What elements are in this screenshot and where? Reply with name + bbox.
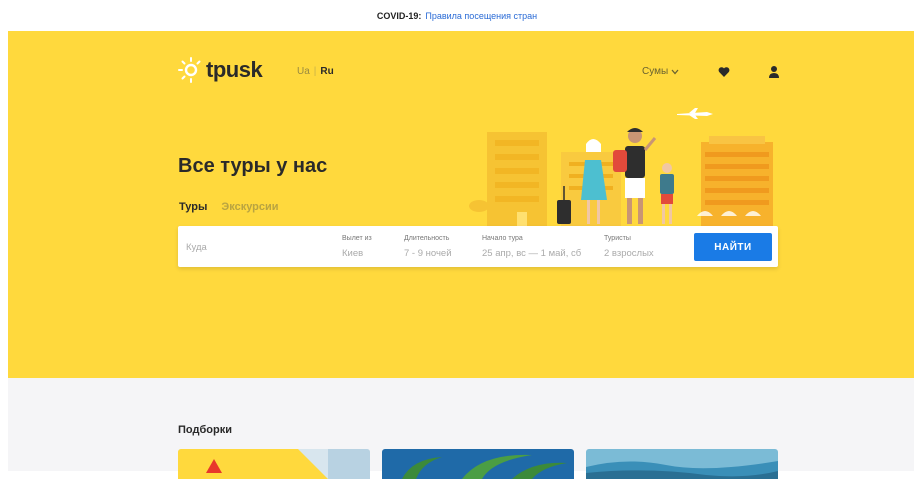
- plane: [677, 108, 713, 119]
- covid-rules-link[interactable]: Правила посещения стран: [425, 11, 537, 21]
- collection-image-3: [586, 449, 778, 479]
- logo[interactable]: tpusk: [178, 57, 263, 83]
- departure-field[interactable]: Вылет из Киев: [342, 226, 402, 267]
- duration-value: 7 - 9 ночей: [404, 248, 452, 259]
- collection-card-3[interactable]: [586, 449, 778, 479]
- sun-icon: [178, 57, 201, 83]
- user-icon[interactable]: [768, 65, 780, 79]
- tourists-label: Туристы: [604, 235, 631, 242]
- hotel-building-left: [469, 132, 547, 226]
- search-bar: Вылет из Киев Длительность 7 - 9 ночей Н…: [178, 226, 778, 267]
- kid-figure: [660, 163, 674, 224]
- departure-value: Киев: [342, 248, 364, 259]
- hotel-building-right: [697, 136, 773, 226]
- tour-start-field[interactable]: Начало тура 25 апр, вс — 1 май, сб: [482, 226, 600, 267]
- destination-input[interactable]: [186, 238, 326, 256]
- collections-title: Подборки: [178, 424, 232, 436]
- heart-icon[interactable]: [718, 66, 730, 78]
- tour-start-value: 25 апр, вс — 1 май, сб: [482, 248, 582, 259]
- collection-card-2[interactable]: [382, 449, 574, 479]
- tourists-field[interactable]: Туристы 2 взрослых: [604, 226, 686, 267]
- chevron-down-icon: [671, 69, 679, 74]
- tour-start-label: Начало тура: [482, 235, 523, 242]
- lang-ru[interactable]: Ru: [320, 66, 333, 77]
- travelers-illustration: [469, 108, 773, 226]
- city-label: Сумы: [642, 66, 669, 77]
- covid-label: COVID-19:: [376, 10, 422, 21]
- tab-tours[interactable]: Туры: [179, 201, 207, 213]
- collection-image-2: [382, 449, 574, 479]
- find-button[interactable]: НАЙТИ: [694, 233, 772, 261]
- search-tabs: Туры Экскурсии: [179, 201, 279, 213]
- tab-excursions[interactable]: Экскурсии: [221, 201, 278, 213]
- departure-label: Вылет из: [342, 235, 372, 242]
- lang-ua[interactable]: Ua: [297, 66, 310, 77]
- lang-separator: |: [313, 66, 317, 77]
- page-title: Все туры у нас: [178, 155, 328, 177]
- language-switch: Ua | Ru: [297, 66, 334, 77]
- tourists-value: 2 взрослых: [604, 248, 654, 259]
- covid-banner: COVID-19: Правила посещения стран: [0, 0, 914, 31]
- duration-label: Длительность: [404, 235, 450, 242]
- duration-field[interactable]: Длительность 7 - 9 ночей: [404, 226, 480, 267]
- collection-image-1: [178, 449, 370, 479]
- collection-card-1[interactable]: [178, 449, 370, 479]
- city-selector[interactable]: Сумы: [642, 66, 679, 77]
- logo-text: tpusk: [206, 57, 263, 82]
